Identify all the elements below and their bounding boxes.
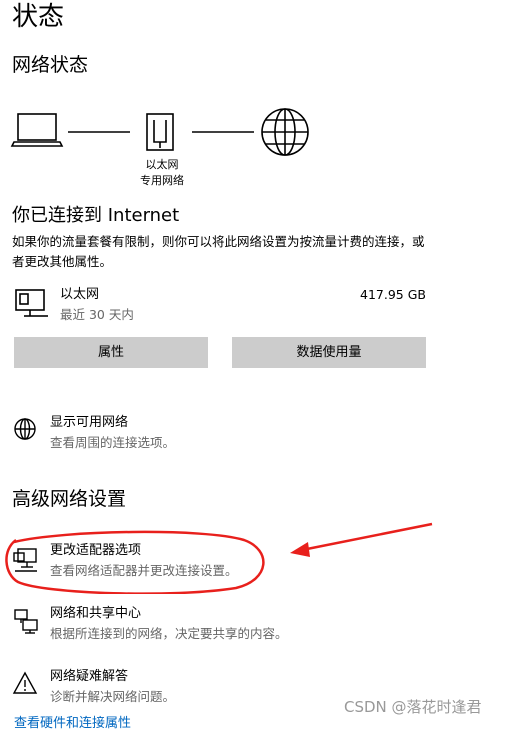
show-available-networks-link[interactable]: 显示可用网络 查看周围的连接选项。 [12,412,392,456]
show-networks-desc: 查看周围的连接选项。 [50,435,176,450]
connection-description: 如果你的流量套餐有限制，则你可以将此网络设置为按流量计费的连接，或者更改其他属性… [12,234,425,269]
annotation-ellipse [5,530,265,594]
hardware-connection-properties-link[interactable]: 查看硬件和连接属性 [14,714,131,734]
network-sharing-center-title: 网络和共享中心 [50,606,142,621]
laptop-icon [10,113,64,147]
adapter-network-type-label: 专用网络 [140,174,184,187]
network-sharing-center-desc: 根据所连接到的网络，决定要共享的内容。 [50,626,288,641]
sharing-center-icon [14,609,38,634]
globe-network-icon [14,418,36,440]
warning-triangle-icon [12,671,38,694]
ethernet-computer-icon [15,289,48,317]
network-troubleshooter-title: 网络疑难解答 [50,669,129,684]
adapter-name-label: 以太网 [145,158,179,171]
ethernet-data-usage: 417.95 GB [360,287,426,302]
data-usage-button[interactable]: 数据使用量 [232,337,426,368]
connection-status-title: 你已连接到 Internet [12,205,180,226]
advanced-network-settings-heading: 高级网络设置 [12,488,127,510]
network-troubleshooter-link[interactable]: 网络疑难解答 诊断并解决网络问题。 [12,666,392,710]
ethernet-port-icon [146,113,174,151]
network-troubleshooter-desc: 诊断并解决网络问题。 [50,689,176,704]
show-networks-title: 显示可用网络 [50,415,129,430]
network-status-heading: 网络状态 [12,54,89,76]
globe-icon [261,108,309,156]
ethernet-name: 以太网 [60,287,100,302]
csdn-watermark: CSDN @落花时逢君 [344,698,482,716]
network-sharing-center-link[interactable]: 网络和共享中心 根据所连接到的网络，决定要共享的内容。 [12,603,392,647]
annotation-arrow [290,522,433,557]
ethernet-usage-period: 最近 30 天内 [60,307,134,322]
page-title: 状态 [12,2,65,32]
properties-button[interactable]: 属性 [14,337,208,368]
